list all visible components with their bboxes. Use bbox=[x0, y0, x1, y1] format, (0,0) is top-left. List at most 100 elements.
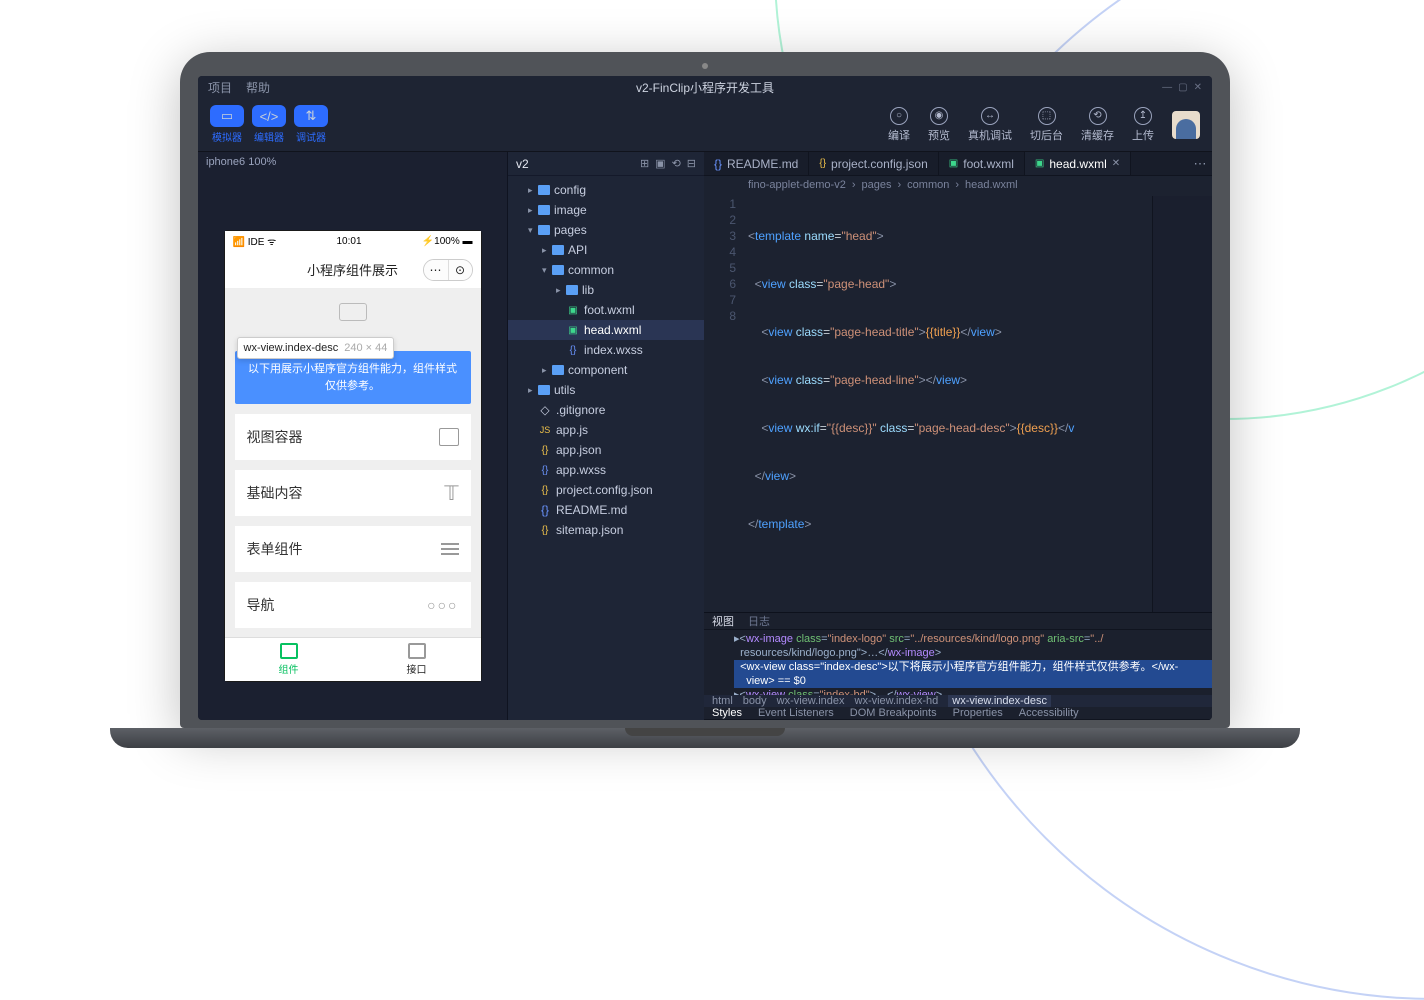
maximize-icon[interactable]: ▢ bbox=[1178, 82, 1187, 93]
editor-tab[interactable]: ▣head.wxml✕ bbox=[1025, 152, 1131, 175]
tree-node[interactable]: ▾pages bbox=[508, 220, 704, 240]
close-tab-icon[interactable]: ✕ bbox=[1112, 158, 1120, 169]
simulator-toggle[interactable]: ▭模拟器 bbox=[210, 105, 244, 144]
list-item[interactable]: 基础内容𝕋 bbox=[235, 470, 471, 516]
capsule-menu[interactable]: ⋯ bbox=[424, 260, 448, 280]
editor-tab[interactable]: {}project.config.json bbox=[809, 152, 938, 175]
device-icon: ▭ bbox=[210, 105, 244, 127]
refresh-icon[interactable]: ⟲ bbox=[672, 157, 681, 170]
tab-bar: 组件 接口 bbox=[225, 637, 481, 681]
file-name: head.wxml bbox=[584, 323, 641, 337]
code-lines: <template name="head"> <view class="page… bbox=[744, 196, 1152, 612]
tree-node[interactable]: JSapp.js bbox=[508, 420, 704, 440]
debugger-toggle[interactable]: ⇅调试器 bbox=[294, 105, 328, 144]
file-name: common bbox=[568, 263, 614, 277]
tree-node[interactable]: {}app.json bbox=[508, 440, 704, 460]
clear-cache-button[interactable]: ⟲清缓存 bbox=[1081, 107, 1114, 143]
tree-node[interactable]: {}index.wxss bbox=[508, 340, 704, 360]
tree-node[interactable]: ▸image bbox=[508, 200, 704, 220]
background-button[interactable]: ⬚切后台 bbox=[1030, 107, 1063, 143]
user-avatar[interactable] bbox=[1172, 111, 1200, 139]
file-icon bbox=[566, 285, 578, 295]
devtools-subtab[interactable]: Properties bbox=[953, 707, 1003, 719]
camera-dot bbox=[702, 63, 708, 69]
devtools-subtab[interactable]: Accessibility bbox=[1019, 707, 1079, 719]
devtools-subtab[interactable]: DOM Breakpoints bbox=[850, 707, 937, 719]
close-icon[interactable]: ✕ bbox=[1194, 82, 1202, 93]
tree-node[interactable]: ▸utils bbox=[508, 380, 704, 400]
file-name: foot.wxml bbox=[584, 303, 635, 317]
tree-node[interactable]: ▸config bbox=[508, 180, 704, 200]
tree-node[interactable]: {}sitemap.json bbox=[508, 520, 704, 540]
list-item[interactable]: 视图容器 bbox=[235, 414, 471, 460]
editor-tab[interactable]: ▣foot.wxml bbox=[939, 152, 1025, 175]
editor-toggle[interactable]: </>编辑器 bbox=[252, 105, 286, 144]
chevron-icon: ▾ bbox=[542, 265, 552, 276]
tree-node[interactable]: ▸component bbox=[508, 360, 704, 380]
tree-node[interactable]: ▸API bbox=[508, 240, 704, 260]
new-file-icon[interactable]: ⊞ bbox=[640, 157, 649, 170]
battery-icon: ⚡100% ▬ bbox=[422, 236, 473, 247]
dom-breadcrumbs: html body wx-view.index wx-view.index-hd wx-… bbox=[704, 695, 1212, 707]
device-frame: 📶 IDE ᯤ 10:01 ⚡100% ▬ 小程序组件展示 ⋯ ⊙ bbox=[224, 230, 482, 682]
crumb[interactable]: pages bbox=[862, 179, 892, 191]
more-icon: ○○○ bbox=[427, 597, 458, 613]
dom-crumb[interactable]: html bbox=[712, 695, 733, 707]
upload-button[interactable]: ↥上传 bbox=[1132, 107, 1154, 143]
tree-node[interactable]: ◇.gitignore bbox=[508, 400, 704, 420]
minimap[interactable] bbox=[1152, 196, 1212, 612]
code-area[interactable]: 12345678 <template name="head"> <view cl… bbox=[704, 194, 1212, 612]
tab-label: README.md bbox=[727, 157, 798, 171]
background-icon: ⬚ bbox=[1038, 107, 1056, 125]
tree-node[interactable]: {}project.config.json bbox=[508, 480, 704, 500]
menu-project[interactable]: 项目 bbox=[208, 79, 232, 96]
minimize-icon[interactable]: — bbox=[1162, 82, 1172, 93]
tree-node[interactable]: ▣head.wxml bbox=[508, 320, 704, 340]
item-label: 表单组件 bbox=[247, 539, 303, 559]
dom-tree[interactable]: ▸<wx-image class="index-logo" src="../re… bbox=[704, 630, 1212, 695]
file-icon: {} bbox=[538, 445, 552, 456]
list-item[interactable]: 导航○○○ bbox=[235, 582, 471, 628]
devtools-subtab[interactable]: Event Listeners bbox=[758, 707, 834, 719]
devtools-subtab[interactable]: Styles bbox=[712, 707, 742, 719]
crumb[interactable]: head.wxml bbox=[965, 179, 1018, 191]
dom-crumb[interactable]: wx-view.index-desc bbox=[948, 695, 1051, 707]
file-name: config bbox=[554, 183, 586, 197]
compile-button[interactable]: ○编译 bbox=[888, 107, 910, 143]
collapse-icon[interactable]: ⊟ bbox=[687, 157, 696, 170]
tree-node[interactable]: {}app.wxss bbox=[508, 460, 704, 480]
list-item[interactable]: 表单组件 bbox=[235, 526, 471, 572]
dom-crumb[interactable]: wx-view.index-hd bbox=[855, 695, 939, 707]
devtools: 视图 日志 ▸<wx-image class="index-logo" src=… bbox=[704, 612, 1212, 720]
tab-label: head.wxml bbox=[1049, 157, 1106, 171]
tree-node[interactable]: ▾ common bbox=[508, 260, 704, 280]
device-info[interactable]: iphone6 100% bbox=[198, 152, 507, 176]
remote-debug-button[interactable]: ↔真机调试 bbox=[968, 107, 1012, 143]
more-tabs[interactable]: ⋯ bbox=[1188, 152, 1212, 175]
file-icon bbox=[538, 205, 550, 215]
dt-tab-log[interactable]: 日志 bbox=[748, 613, 770, 629]
crumb[interactable]: fino-applet-demo-v2 bbox=[748, 179, 846, 191]
preview-button[interactable]: ◉预览 bbox=[928, 107, 950, 143]
tree-node[interactable]: ▸lib bbox=[508, 280, 704, 300]
capsule-close[interactable]: ⊙ bbox=[448, 260, 472, 280]
file-name: API bbox=[568, 243, 587, 257]
file-name: lib bbox=[582, 283, 594, 297]
dom-crumb[interactable]: body bbox=[743, 695, 767, 707]
file-name: project.config.json bbox=[556, 483, 653, 497]
editor-tab[interactable]: {}README.md bbox=[704, 152, 809, 175]
dom-crumb[interactable]: wx-view.index bbox=[777, 695, 845, 707]
tab-component[interactable]: 组件 bbox=[225, 638, 353, 681]
tab-api[interactable]: 接口 bbox=[353, 638, 481, 681]
file-icon bbox=[552, 365, 564, 375]
new-folder-icon[interactable]: ▣ bbox=[655, 157, 665, 170]
tree-node[interactable]: ▣foot.wxml bbox=[508, 300, 704, 320]
crumb[interactable]: common bbox=[907, 179, 949, 191]
devtools-subtabs: Styles Event Listeners DOM Breakpoints Prop… bbox=[704, 707, 1212, 720]
menu-help[interactable]: 帮助 bbox=[246, 79, 270, 96]
line-gutter: 12345678 bbox=[704, 196, 744, 612]
tree-node[interactable]: {}README.md bbox=[508, 500, 704, 520]
breadcrumbs: fino-applet-demo-v2 › pages › common › h… bbox=[704, 176, 1212, 194]
project-root[interactable]: v2 bbox=[516, 157, 529, 171]
dt-tab-view[interactable]: 视图 bbox=[712, 613, 734, 629]
